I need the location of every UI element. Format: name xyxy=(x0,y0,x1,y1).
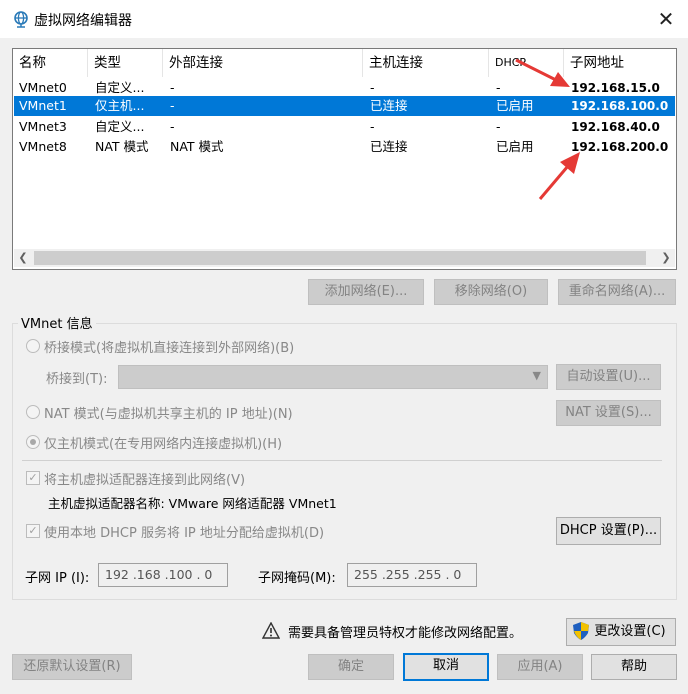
cell-name: VMnet3 xyxy=(19,119,67,134)
cell-name: VMnet0 xyxy=(19,80,67,95)
cell-name: VMnet1 xyxy=(19,98,67,113)
auto-settings-button[interactable]: 自动设置(U)... xyxy=(556,364,661,390)
scroll-right-icon[interactable]: ❯ xyxy=(657,249,675,267)
cancel-button[interactable]: 取消 xyxy=(403,653,489,681)
dhcp-settings-button[interactable]: DHCP 设置(P)... xyxy=(556,517,661,545)
column-header-host[interactable]: 主机连接 xyxy=(363,49,489,77)
connect-adapter-checkbox[interactable]: ✓ xyxy=(26,471,40,485)
window-title: 虚拟网络编辑器 xyxy=(34,13,132,29)
cell-name: VMnet8 xyxy=(19,139,67,154)
help-button[interactable]: 帮助 xyxy=(591,654,677,680)
column-header-name[interactable]: 名称 xyxy=(13,49,88,77)
rename-network-button[interactable]: 重命名网络(A)... xyxy=(558,279,676,305)
adapter-name-text: 主机虚拟适配器名称: VMware 网络适配器 VMnet1 xyxy=(48,496,337,511)
connect-adapter-label: 将主机虚拟适配器连接到此网络(V) xyxy=(44,473,246,488)
vmnet-info-label: VMnet 信息 xyxy=(18,313,96,332)
divider xyxy=(22,460,662,461)
cell-external: NAT 模式 xyxy=(170,139,224,154)
scroll-left-icon[interactable]: ❮ xyxy=(14,249,32,267)
cell-host: 已连接 xyxy=(370,139,408,154)
host-only-mode-radio[interactable] xyxy=(26,435,40,449)
ok-button[interactable]: 确定 xyxy=(308,654,394,680)
bridged-mode-radio[interactable] xyxy=(26,339,40,353)
cell-host: - xyxy=(370,119,375,134)
close-button[interactable]: ✕ xyxy=(652,6,680,32)
uac-shield-icon xyxy=(573,622,589,640)
cell-type: 仅主机... xyxy=(95,98,145,113)
nat-mode-label: NAT 模式(与虚拟机共享主机的 IP 地址)(N) xyxy=(44,407,293,422)
cell-external: - xyxy=(170,119,175,134)
scrollbar-thumb[interactable] xyxy=(34,251,646,265)
cell-external: - xyxy=(170,80,175,95)
annotation-arrows xyxy=(515,58,580,200)
cell-host: 已连接 xyxy=(370,98,408,113)
subnet-ip-input[interactable]: 192 .168 .100 . 0 xyxy=(98,563,228,587)
annotation-arrow-line xyxy=(538,165,570,200)
apply-button[interactable]: 应用(A) xyxy=(497,654,583,680)
cell-type: NAT 模式 xyxy=(95,139,149,154)
column-header-type[interactable]: 类型 xyxy=(88,49,163,77)
cell-type: 自定义... xyxy=(95,119,145,134)
subnet-mask-label: 子网掩码(M): xyxy=(258,571,336,586)
nat-settings-button[interactable]: NAT 设置(S)... xyxy=(556,400,661,426)
bridged-mode-label: 桥接模式(将虚拟机直接连接到外部网络)(B) xyxy=(44,341,295,356)
remove-network-button[interactable]: 移除网络(O) xyxy=(434,279,548,305)
warning-icon xyxy=(262,622,280,639)
column-header-external[interactable]: 外部连接 xyxy=(163,49,363,77)
chevron-down-icon: ▼ xyxy=(532,369,541,382)
cell-type: 自定义... xyxy=(95,80,145,95)
cell-external: - xyxy=(170,98,175,113)
admin-warning-text: 需要具备管理员特权才能修改网络配置。 xyxy=(288,626,523,641)
network-globe-icon xyxy=(14,11,28,28)
host-only-mode-label: 仅主机模式(在专用网络内连接虚拟机)(H) xyxy=(44,437,283,452)
subnet-mask-input[interactable]: 255 .255 .255 . 0 xyxy=(347,563,477,587)
use-dhcp-label: 使用本地 DHCP 服务将 IP 地址分配给虚拟机(D) xyxy=(44,526,325,541)
cell-host: - xyxy=(370,80,375,95)
horizontal-scrollbar[interactable]: ❮ ❯ xyxy=(14,249,675,267)
bridged-to-select[interactable]: ▼ xyxy=(118,365,548,389)
restore-defaults-button[interactable]: 还原默认设置(R) xyxy=(12,654,132,680)
add-network-button[interactable]: 添加网络(E)... xyxy=(308,279,424,305)
bridged-to-label: 桥接到(T): xyxy=(46,372,108,387)
annotation-arrow-line xyxy=(515,58,557,82)
use-dhcp-checkbox[interactable]: ✓ xyxy=(26,524,40,538)
nat-mode-radio[interactable] xyxy=(26,405,40,419)
subnet-ip-label: 子网 IP (I): xyxy=(25,571,90,586)
